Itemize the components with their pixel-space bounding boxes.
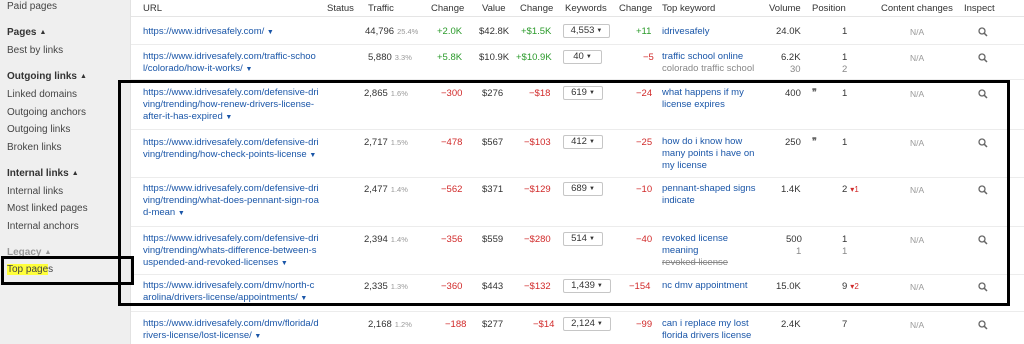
page-url-text: https://www.idrivesafely.com/: [143, 26, 265, 37]
sidebar-item-internal-anchors[interactable]: Internal anchors: [7, 221, 79, 232]
volume-value: 2.4K: [781, 319, 801, 330]
header-inspect: Inspect: [964, 3, 995, 14]
page-url-link[interactable]: https://www.idrivesafely.com/traffic-sch…: [143, 51, 319, 76]
traffic-value: 5,880: [368, 52, 392, 63]
sidebar-item-internal-links[interactable]: Internal links: [7, 186, 63, 197]
secondary-keyword-text: colorado traffic school: [662, 63, 755, 74]
top-keyword-text: can i replace my lost florida drivers li…: [662, 318, 752, 341]
position-value: 1: [842, 26, 848, 37]
traffic-value: 44,796: [365, 26, 395, 37]
caret-down-icon: ▼: [585, 54, 592, 60]
position-secondary: 2: [842, 64, 848, 75]
header-traffic[interactable]: Traffic: [368, 3, 394, 14]
header-content-changes[interactable]: Content changes: [881, 3, 953, 14]
traffic-cell: 2,168 1.2%: [368, 319, 412, 330]
value-change: +$1.5K: [521, 26, 552, 37]
value-change: −$14: [533, 319, 555, 330]
sidebar-item-linked-domains[interactable]: Linked domains: [7, 89, 77, 100]
content-changes-value: N/A: [910, 27, 925, 37]
caret-up-icon: ▲: [71, 170, 79, 177]
table-header: URL Status Traffic Change Value Change K…: [131, 0, 1024, 17]
caret-down-icon[interactable]: ▼: [245, 66, 252, 73]
sidebar-item-outgoing-links[interactable]: Outgoing links: [7, 124, 70, 135]
top-keyword-link[interactable]: can i replace my lost florida drivers li…: [662, 318, 758, 342]
traffic-value-usd: $277: [482, 319, 504, 330]
volume-secondary: 30: [790, 64, 801, 75]
volume-value: 24.0K: [776, 26, 801, 37]
header-value-change[interactable]: Change: [520, 3, 553, 14]
caret-down-icon: ▼: [596, 28, 603, 34]
table-row: https://www.idrivesafely.com/dmv/florida…: [131, 312, 1024, 344]
caret-down-icon[interactable]: ▼: [254, 333, 261, 340]
caret-up-icon: ▲: [39, 29, 47, 36]
sidebar-item-paid-pages[interactable]: Paid pages: [7, 1, 57, 12]
traffic-percent: 1.2%: [394, 320, 412, 329]
traffic-cell: 5,880 3.3%: [368, 52, 412, 63]
keywords-count: 4,553: [570, 25, 595, 36]
traffic-cell: 44,796 25.4%: [365, 26, 418, 37]
annotation-box-rows: [118, 80, 1010, 306]
header-status[interactable]: Status: [327, 3, 354, 14]
traffic-change: −188: [445, 319, 467, 330]
top-keyword-text: traffic school online: [662, 51, 744, 62]
header-keywords[interactable]: Keywords: [565, 3, 607, 14]
top-keyword-text: idrivesafely: [662, 26, 710, 37]
sidebar-item-best-by-links[interactable]: Best by links: [7, 45, 63, 56]
caret-up-icon: ▲: [44, 249, 52, 256]
page-url-link[interactable]: https://www.idrivesafely.com/dmv/florida…: [143, 318, 319, 343]
sidebar: Paid pages Pages ▲ Best by links Outgoing…: [0, 0, 131, 344]
caret-down-icon: ▼: [596, 321, 603, 327]
sidebar-heading-internal[interactable]: Internal links ▲: [7, 168, 79, 179]
sidebar-heading-outgoing[interactable]: Outgoing links ▲: [7, 71, 87, 82]
header-traffic-change[interactable]: Change: [431, 3, 464, 14]
header-value[interactable]: Value: [482, 3, 506, 14]
traffic-change: +5.8K: [437, 52, 463, 63]
caret-down-icon[interactable]: ▼: [267, 29, 274, 36]
sidebar-item-broken-links[interactable]: Broken links: [7, 142, 61, 153]
table-row: https://www.idrivesafely.com/traffic-sch…: [131, 45, 1024, 80]
header-top-keyword[interactable]: Top keyword: [662, 3, 715, 14]
caret-up-icon: ▲: [80, 73, 87, 80]
page-url-link[interactable]: https://www.idrivesafely.com/ ▼: [143, 26, 319, 39]
keywords-change: −5: [643, 52, 654, 63]
header-keywords-change[interactable]: Change: [619, 3, 652, 14]
traffic-change: +2.0K: [437, 26, 463, 37]
position-value: 1: [842, 52, 848, 63]
top-keyword-link[interactable]: idrivesafely: [662, 26, 762, 38]
keywords-dropdown[interactable]: 2,124 ▼: [563, 317, 611, 331]
sidebar-heading-label: Pages: [7, 27, 37, 38]
keywords-change: −99: [636, 319, 653, 330]
sidebar-item-most-linked-pages[interactable]: Most linked pages: [7, 203, 88, 214]
content-changes-value: N/A: [910, 320, 925, 330]
value-change: +$10.9K: [516, 52, 552, 63]
keywords-change: +11: [636, 26, 652, 37]
sidebar-item-outgoing-anchors[interactable]: Outgoing anchors: [7, 107, 86, 118]
header-volume[interactable]: Volume: [769, 3, 801, 14]
sidebar-heading-label: Outgoing links: [7, 71, 77, 82]
content-changes-value: N/A: [910, 53, 925, 63]
search-icon[interactable]: [978, 53, 988, 63]
traffic-percent: 25.4%: [397, 27, 419, 36]
header-url[interactable]: URL: [143, 3, 162, 14]
search-icon[interactable]: [978, 320, 988, 330]
keywords-dropdown[interactable]: 4,553 ▼: [563, 24, 610, 38]
traffic-percent: 3.3%: [394, 53, 412, 62]
position-value: 7: [842, 319, 848, 330]
traffic-value-usd: $10.9K: [479, 52, 510, 63]
sidebar-heading-label: Internal links: [7, 168, 69, 179]
annotation-box-top-pages: [1, 256, 134, 285]
sidebar-heading-pages[interactable]: Pages ▲: [7, 27, 46, 38]
keywords-count: 40: [573, 51, 584, 62]
top-keyword-link[interactable]: traffic school online colorado traffic sc…: [662, 51, 772, 75]
keywords-dropdown[interactable]: 40 ▼: [563, 50, 602, 64]
page-url-text: https://www.idrivesafely.com/dmv/florida…: [143, 318, 319, 341]
volume-value: 6.2K: [781, 52, 801, 63]
search-icon[interactable]: [978, 27, 988, 37]
keywords-count: 2,124: [571, 318, 595, 329]
traffic-value-usd: $42.8K: [479, 26, 510, 37]
page-url-text: https://www.idrivesafely.com/traffic-sch…: [143, 51, 316, 74]
traffic-value: 2,168: [368, 319, 392, 330]
table-row: https://www.idrivesafely.com/ ▼ 44,796 25…: [131, 17, 1024, 45]
header-position[interactable]: Position: [812, 3, 846, 14]
